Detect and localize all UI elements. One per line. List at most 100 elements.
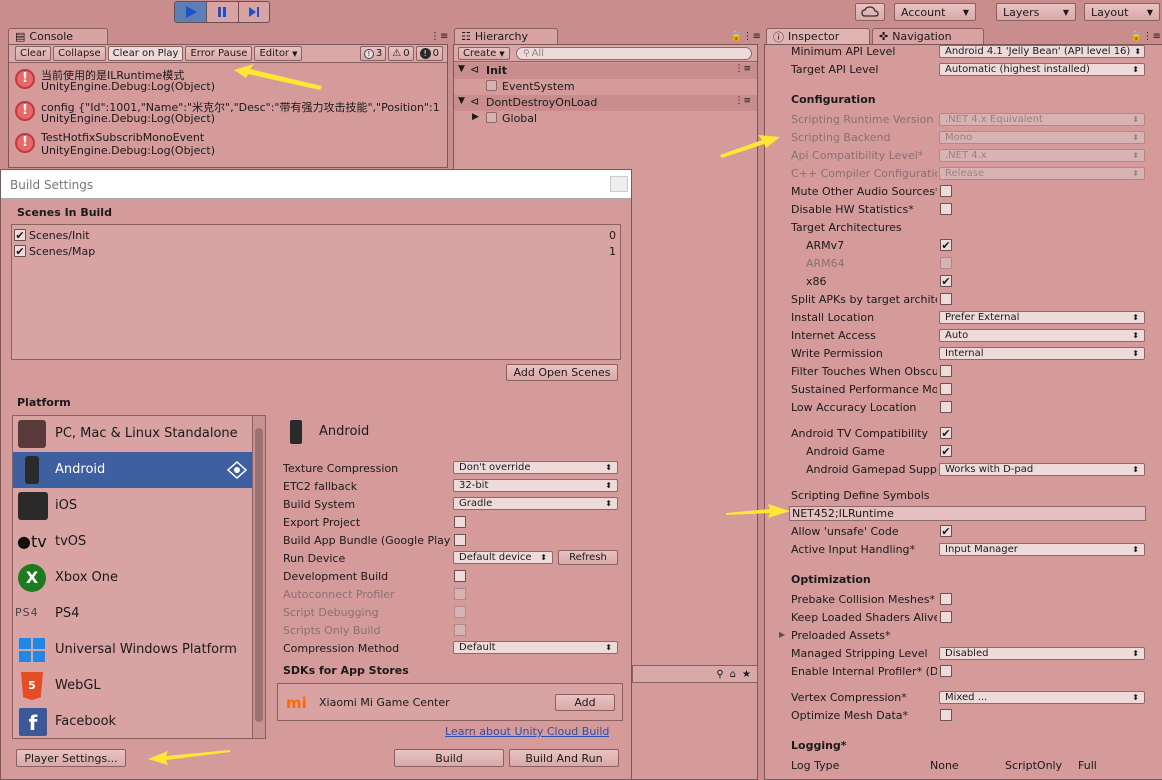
clear-button[interactable]: Clear bbox=[15, 46, 52, 61]
export-project-checkbox[interactable] bbox=[454, 516, 466, 528]
expand-arrow-icon[interactable]: ▶ bbox=[779, 630, 785, 639]
sustained-perf-checkbox[interactable] bbox=[940, 383, 952, 395]
cloud-button[interactable] bbox=[855, 3, 885, 21]
expand-arrow-icon[interactable]: ▼ bbox=[458, 64, 465, 74]
star-icon[interactable]: ★ bbox=[742, 669, 751, 680]
console-entry[interactable]: ! TestHotfixSubscribMonoEvent UnityEngin… bbox=[9, 129, 447, 161]
layers-dropdown[interactable]: Layers ▼ bbox=[996, 3, 1076, 21]
scene-row[interactable]: ✔ Scenes/Map 1 bbox=[12, 244, 620, 260]
define-symbols-input[interactable]: NET452;ILRuntime bbox=[789, 506, 1146, 521]
android-tv-checkbox[interactable]: ✔ bbox=[940, 427, 952, 439]
scrollbar-thumb[interactable] bbox=[255, 428, 263, 722]
hierarchy-search-input[interactable]: ⚲ All bbox=[516, 47, 752, 60]
backend-label: Scripting Backend bbox=[791, 131, 891, 144]
x86-checkbox[interactable]: ✔ bbox=[940, 275, 952, 287]
platform-list-scrollbar[interactable] bbox=[252, 416, 265, 738]
android-game-checkbox[interactable]: ✔ bbox=[940, 445, 952, 457]
error-count-toggle[interactable]: ! 0 bbox=[415, 46, 443, 61]
warn-count-toggle[interactable]: ⚠ 0 bbox=[388, 46, 414, 61]
add-open-scenes-button[interactable]: Add Open Scenes bbox=[506, 364, 618, 381]
hierarchy-item[interactable]: ▼ ⊲ DontDestroyOnLoad ⋮≡ bbox=[454, 95, 757, 111]
inspector-menu-icon[interactable]: 🔒⋮≡ bbox=[1130, 31, 1161, 42]
editor-dropdown[interactable]: Editor ▼ bbox=[254, 46, 303, 61]
warn-count: 0 bbox=[403, 48, 410, 59]
filter-touches-checkbox[interactable] bbox=[940, 365, 952, 377]
clear-on-play-button[interactable]: Clear on Play bbox=[107, 46, 184, 61]
platform-item[interactable]: f Facebook bbox=[13, 704, 253, 738]
scene-checkbox[interactable]: ✔ bbox=[14, 245, 26, 257]
tab-console[interactable]: ▤ Console bbox=[8, 28, 108, 44]
create-dropdown[interactable]: Create ▼ bbox=[458, 47, 510, 60]
build-button[interactable]: Build bbox=[394, 749, 504, 767]
build-system-dropdown[interactable]: Gradle ⬍ bbox=[453, 497, 618, 510]
split-apks-checkbox[interactable] bbox=[940, 293, 952, 305]
target-api-label: Target API Level bbox=[791, 63, 879, 76]
build-and-run-button[interactable]: Build And Run bbox=[509, 749, 619, 767]
vertex-compression-dropdown[interactable]: Mixed ... ⬍ bbox=[939, 691, 1145, 704]
expand-arrow-icon[interactable]: ▼ bbox=[458, 96, 465, 106]
tab-inspector[interactable]: ⓘ Inspector bbox=[766, 28, 870, 44]
platform-item[interactable]: 5 WebGL bbox=[13, 668, 253, 704]
etc2-dropdown[interactable]: 32-bit ⬍ bbox=[453, 479, 618, 492]
info-count-toggle[interactable]: ! 3 bbox=[359, 46, 387, 61]
console-entry[interactable]: ! 当前使用的是ILRuntime模式 UnityEngine.Debug:Lo… bbox=[9, 65, 447, 97]
prebake-checkbox[interactable] bbox=[940, 593, 952, 605]
scene-checkbox[interactable]: ✔ bbox=[14, 229, 26, 241]
compression-dropdown[interactable]: Default ⬍ bbox=[453, 641, 618, 654]
platform-item[interactable]: X Xbox One bbox=[13, 560, 253, 596]
filter-icon[interactable]: ⚲ bbox=[716, 669, 723, 680]
keep-shaders-checkbox[interactable] bbox=[940, 611, 952, 623]
platform-item[interactable]: Android bbox=[13, 452, 253, 488]
tab-navigation[interactable]: ✜ Navigation bbox=[872, 28, 984, 44]
low-accuracy-checkbox[interactable] bbox=[940, 401, 952, 413]
cloud-build-link[interactable]: Learn about Unity Cloud Build bbox=[445, 725, 609, 738]
platform-item[interactable]: PC, Mac & Linux Standalone bbox=[13, 416, 253, 452]
console-entry[interactable]: ! config {"Id":1001,"Name":"米克尔","Desc":… bbox=[9, 97, 447, 129]
account-dropdown[interactable]: Account ▼ bbox=[894, 3, 976, 21]
hierarchy-item[interactable]: EventSystem bbox=[454, 79, 757, 95]
console-menu-icon[interactable]: ⋮≡ bbox=[430, 31, 448, 42]
menu-icon[interactable]: ⋮≡ bbox=[734, 64, 751, 74]
app-bundle-checkbox[interactable] bbox=[454, 534, 466, 546]
target-api-dropdown[interactable]: Automatic (highest installed) ⬍ bbox=[939, 63, 1145, 76]
tag-icon[interactable]: ⌂ bbox=[730, 669, 736, 680]
armv7-checkbox[interactable]: ✔ bbox=[940, 239, 952, 251]
optimize-mesh-checkbox[interactable] bbox=[940, 709, 952, 721]
refresh-button[interactable]: Refresh bbox=[558, 550, 618, 565]
platform-item[interactable]: ●tv tvOS bbox=[13, 524, 253, 560]
menu-icon[interactable]: ⋮≡ bbox=[734, 96, 751, 106]
player-settings-button[interactable]: Player Settings... bbox=[16, 749, 126, 767]
internal-profiler-checkbox[interactable] bbox=[940, 665, 952, 677]
sdk-add-button[interactable]: Add bbox=[555, 694, 615, 711]
internet-access-dropdown[interactable]: Auto ⬍ bbox=[939, 329, 1145, 342]
platform-item[interactable]: PS4 PS4 bbox=[13, 596, 253, 632]
platform-item[interactable]: iOS bbox=[13, 488, 253, 524]
hierarchy-item[interactable]: ▼ ⊲ Init ⋮≡ bbox=[454, 63, 757, 79]
tab-hierarchy[interactable]: ☷ Hierarchy bbox=[454, 28, 558, 44]
allow-unsafe-checkbox[interactable]: ✔ bbox=[940, 525, 952, 537]
input-handling-dropdown[interactable]: Input Manager ⬍ bbox=[939, 543, 1145, 556]
collapse-button[interactable]: Collapse bbox=[53, 46, 106, 61]
step-icon[interactable] bbox=[237, 2, 269, 22]
write-permission-dropdown[interactable]: Internal ⬍ bbox=[939, 347, 1145, 360]
mute-audio-checkbox[interactable] bbox=[940, 185, 952, 197]
layout-dropdown[interactable]: Layout ▼ bbox=[1084, 3, 1160, 21]
disable-hw-checkbox[interactable] bbox=[940, 203, 952, 215]
scene-row[interactable]: ✔ Scenes/Init 0 bbox=[12, 228, 620, 244]
development-build-checkbox[interactable] bbox=[454, 570, 466, 582]
run-device-dropdown[interactable]: Default device ⬍ bbox=[453, 551, 553, 564]
gamepad-dropdown[interactable]: Works with D-pad ⬍ bbox=[939, 463, 1145, 476]
error-pause-button[interactable]: Error Pause bbox=[185, 46, 253, 61]
stripping-dropdown[interactable]: Disabled ⬍ bbox=[939, 647, 1145, 660]
platform-item[interactable]: Universal Windows Platform bbox=[13, 632, 253, 668]
play-icon[interactable] bbox=[175, 2, 207, 22]
pause-icon[interactable] bbox=[206, 2, 238, 22]
min-api-dropdown[interactable]: Android 4.1 'Jelly Bean' (API level 16) ⬍ bbox=[939, 45, 1145, 58]
preloaded-label[interactable]: Preloaded Assets* bbox=[791, 629, 891, 642]
expand-arrow-icon[interactable]: ▶ bbox=[472, 112, 479, 122]
hierarchy-item[interactable]: ▶ Global bbox=[454, 111, 757, 127]
close-button[interactable] bbox=[610, 176, 628, 192]
install-location-dropdown[interactable]: Prefer External ⬍ bbox=[939, 311, 1145, 324]
texture-compression-dropdown[interactable]: Don't override ⬍ bbox=[453, 461, 618, 474]
hierarchy-menu-icon[interactable]: 🔒⋮≡ bbox=[730, 31, 761, 42]
